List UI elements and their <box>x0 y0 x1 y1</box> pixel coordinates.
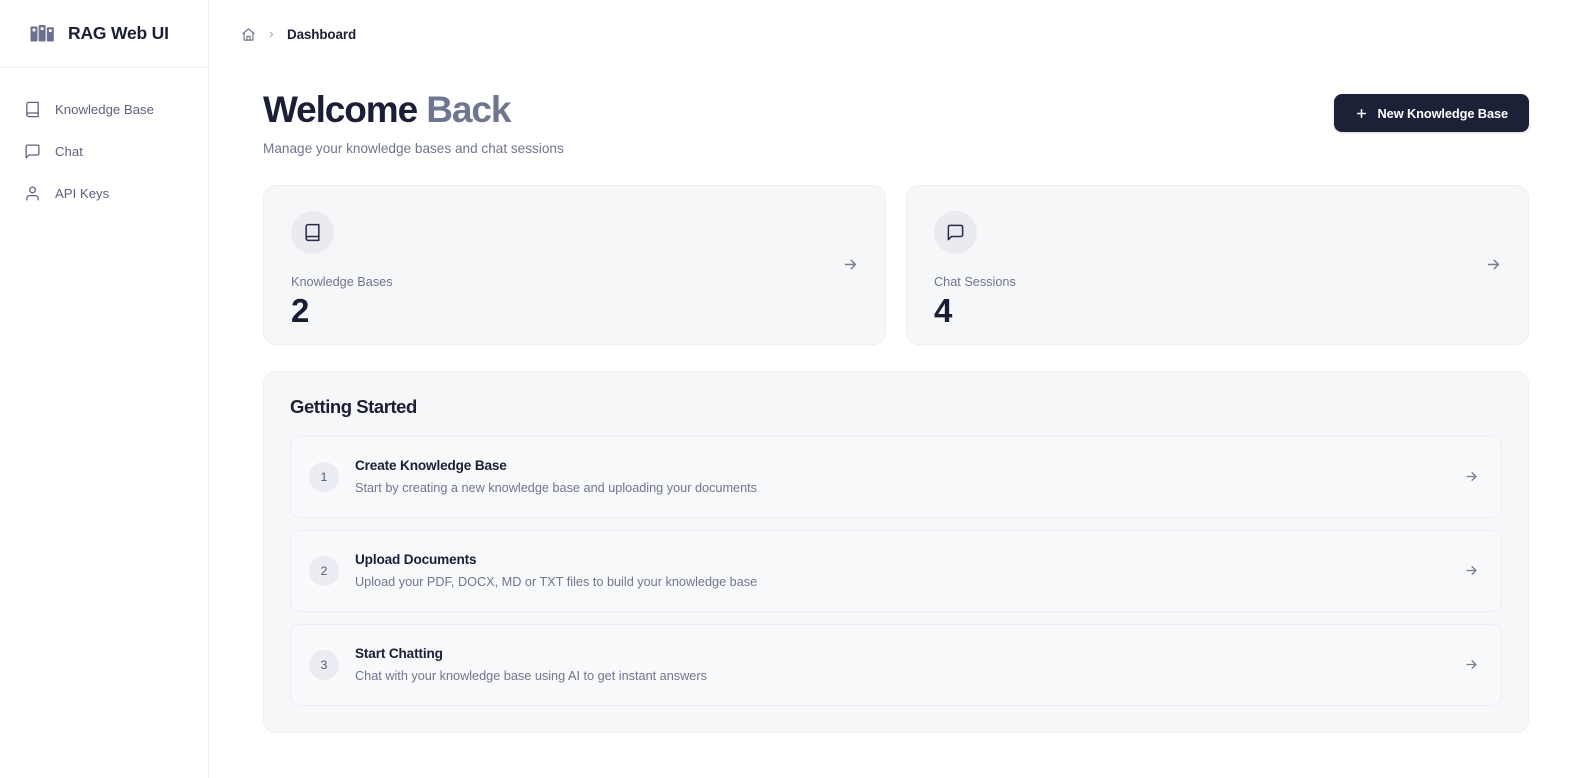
step-number: 2 <box>309 555 339 586</box>
sidebar-item-knowledge-base[interactable]: Knowledge Base <box>0 92 198 126</box>
step-title: Start Chatting <box>355 646 443 662</box>
page-title-accent: Back <box>426 89 511 130</box>
user-icon <box>26 185 39 201</box>
sidebar-nav: Knowledge Base Chat API Keys <box>0 68 208 214</box>
sidebar: RAG Web UI Knowledge Base Chat API Keys <box>0 0 209 778</box>
stat-value: 4 <box>934 291 952 329</box>
chevron-right-icon <box>269 31 274 37</box>
step-title: Upload Documents <box>355 552 477 568</box>
plus-icon <box>1356 108 1366 118</box>
arrow-right-icon <box>1466 472 1477 482</box>
brand-header[interactable]: RAG Web UI <box>0 0 208 68</box>
page-body: Welcome Back Manage your knowledge bases… <box>209 68 1586 733</box>
brand-title: RAG Web UI <box>68 23 169 43</box>
step-description: Upload your PDF, DOCX, MD or TXT files t… <box>355 575 758 590</box>
stat-label: Chat Sessions <box>934 274 1016 289</box>
book-icon <box>305 223 320 242</box>
step-description: Chat with your knowledge base using AI t… <box>355 669 707 684</box>
getting-started-panel: Getting Started 1 Create Knowledge Base … <box>263 370 1529 733</box>
step-number: 1 <box>309 461 339 492</box>
app-root: RAG Web UI Knowledge Base Chat API Keys … <box>0 0 1586 778</box>
stat-value: 2 <box>291 291 309 329</box>
arrow-right-icon <box>844 259 857 270</box>
chat-bubble-icon <box>25 143 40 159</box>
stat-icon-badge <box>934 210 977 254</box>
breadcrumb-current: Dashboard <box>287 26 357 42</box>
stat-card-knowledge-bases[interactable]: Knowledge Bases 2 <box>263 184 886 345</box>
sidebar-item-label: Knowledge Base <box>55 101 154 117</box>
page-title: Welcome Back <box>263 89 564 130</box>
page-title-block: Welcome Back Manage your knowledge bases… <box>263 89 564 156</box>
getting-started-title: Getting Started <box>290 395 417 417</box>
arrow-right-icon <box>1466 566 1477 576</box>
stats-row: Knowledge Bases 2 Chat Sessions 4 <box>263 184 1529 345</box>
page-header: Welcome Back Manage your knowledge bases… <box>263 89 1529 156</box>
new-knowledge-base-button[interactable]: New Knowledge Base <box>1333 94 1529 132</box>
page-subtitle: Manage your knowledge bases and chat ses… <box>263 140 564 156</box>
stat-label: Knowledge Bases <box>291 274 393 289</box>
main-content: Dashboard Welcome Back Manage your knowl… <box>209 0 1586 778</box>
page-title-primary: Welcome <box>263 89 427 130</box>
step-text: Start Chatting Chat with your knowledge … <box>355 646 1448 683</box>
step-text: Create Knowledge Base Start by creating … <box>355 458 1448 495</box>
step-upload-documents[interactable]: 2 Upload Documents Upload your PDF, DOCX… <box>290 529 1502 612</box>
chat-bubble-icon <box>947 224 964 241</box>
home-icon[interactable] <box>241 27 256 42</box>
arrow-right-icon <box>1466 660 1477 670</box>
step-text: Upload Documents Upload your PDF, DOCX, … <box>355 552 1448 589</box>
sidebar-item-label: Chat <box>55 143 83 159</box>
breadcrumb: Dashboard <box>209 0 1586 68</box>
arrow-right-icon <box>1487 259 1500 270</box>
sidebar-item-label: API Keys <box>55 185 110 201</box>
book-icon <box>26 101 39 117</box>
sidebar-item-chat[interactable]: Chat <box>0 134 198 168</box>
step-description: Start by creating a new knowledge base a… <box>355 481 758 496</box>
step-title: Create Knowledge Base <box>355 458 507 474</box>
library-logo-icon <box>30 24 54 41</box>
step-create-knowledge-base[interactable]: 1 Create Knowledge Base Start by creatin… <box>290 435 1502 518</box>
stat-icon-badge <box>291 210 334 254</box>
sidebar-item-api-keys[interactable]: API Keys <box>0 176 198 210</box>
getting-started-steps: 1 Create Knowledge Base Start by creatin… <box>290 435 1502 706</box>
new-knowledge-base-label: New Knowledge Base <box>1377 105 1509 121</box>
step-number: 3 <box>309 649 339 680</box>
step-start-chatting[interactable]: 3 Start Chatting Chat with your knowledg… <box>290 623 1502 706</box>
stat-card-chat-sessions[interactable]: Chat Sessions 4 <box>906 184 1529 345</box>
